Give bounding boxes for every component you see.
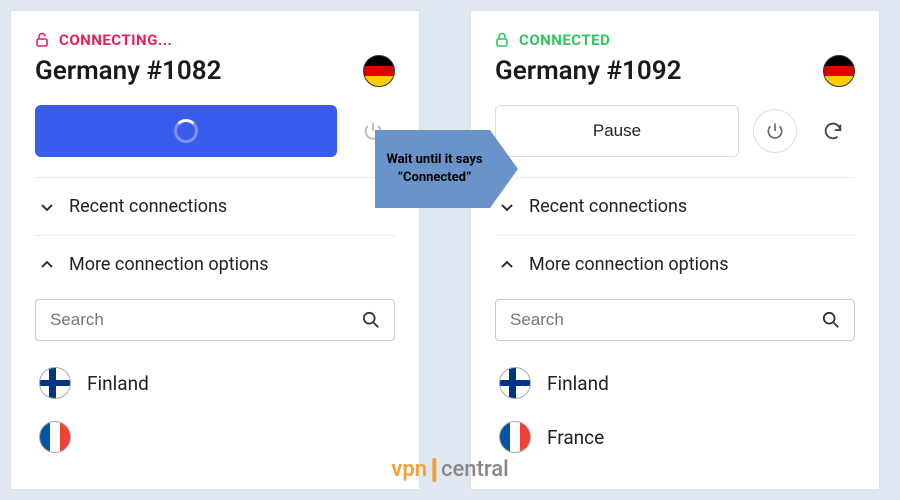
unlock-icon (35, 32, 49, 48)
lock-icon (495, 32, 509, 48)
watermark-vpn: vpn (391, 457, 427, 482)
power-button[interactable] (753, 109, 797, 153)
recent-connections-header[interactable]: Recent connections (35, 177, 395, 235)
status-label: CONNECTING... (59, 31, 172, 49)
country-label: Finland (547, 372, 609, 395)
recent-connections-label: Recent connections (69, 196, 227, 217)
country-item-finland[interactable]: Finland (35, 359, 395, 407)
country-item-france[interactable] (35, 413, 395, 461)
server-name: Germany #1082 (35, 56, 221, 86)
finland-flag-icon (39, 367, 71, 399)
pause-button[interactable]: Pause (495, 105, 739, 157)
country-item-france[interactable]: France (495, 413, 855, 461)
spinner-icon (174, 119, 198, 143)
watermark: vpn central (391, 457, 508, 482)
reconnect-button[interactable] (811, 109, 855, 153)
country-item-finland[interactable]: Finland (495, 359, 855, 407)
action-row: Pause (495, 105, 855, 157)
country-label: Finland (87, 372, 149, 395)
finland-flag-icon (499, 367, 531, 399)
chevron-down-icon (39, 199, 55, 215)
country-label: France (547, 426, 604, 449)
connect-button[interactable] (35, 105, 337, 157)
france-flag-icon (499, 421, 531, 453)
more-options-header[interactable]: More connection options (35, 235, 395, 293)
search-box[interactable] (495, 299, 855, 341)
annotation-text: Wait until it says “Connected” (385, 151, 484, 186)
more-options-label: More connection options (529, 254, 729, 275)
more-options-label: More connection options (69, 254, 269, 275)
server-row: Germany #1082 (35, 55, 395, 87)
server-name: Germany #1092 (495, 56, 681, 86)
vpn-panel-connecting: CONNECTING... Germany #1082 Recent conne… (10, 10, 420, 490)
search-box[interactable] (35, 299, 395, 341)
chevron-up-icon (39, 257, 55, 273)
search-icon (822, 311, 840, 329)
more-options-header[interactable]: More connection options (495, 235, 855, 293)
status-row: CONNECTING... (35, 31, 395, 49)
germany-flag-icon (823, 55, 855, 87)
recent-connections-header[interactable]: Recent connections (495, 177, 855, 235)
annotation-arrow: Wait until it says “Connected” (375, 130, 490, 208)
vpn-panel-connected: CONNECTED Germany #1092 Pause Recent con… (470, 10, 880, 490)
action-row (35, 105, 395, 157)
search-input[interactable] (50, 310, 362, 330)
germany-flag-icon (363, 55, 395, 87)
france-flag-icon (39, 421, 71, 453)
server-row: Germany #1092 (495, 55, 855, 87)
watermark-central: central (441, 457, 509, 482)
status-row: CONNECTED (495, 31, 855, 49)
search-input[interactable] (510, 310, 822, 330)
search-icon (362, 311, 380, 329)
chevron-up-icon (499, 257, 515, 273)
watermark-separator-icon (432, 458, 436, 482)
status-label: CONNECTED (519, 31, 610, 49)
recent-connections-label: Recent connections (529, 196, 687, 217)
